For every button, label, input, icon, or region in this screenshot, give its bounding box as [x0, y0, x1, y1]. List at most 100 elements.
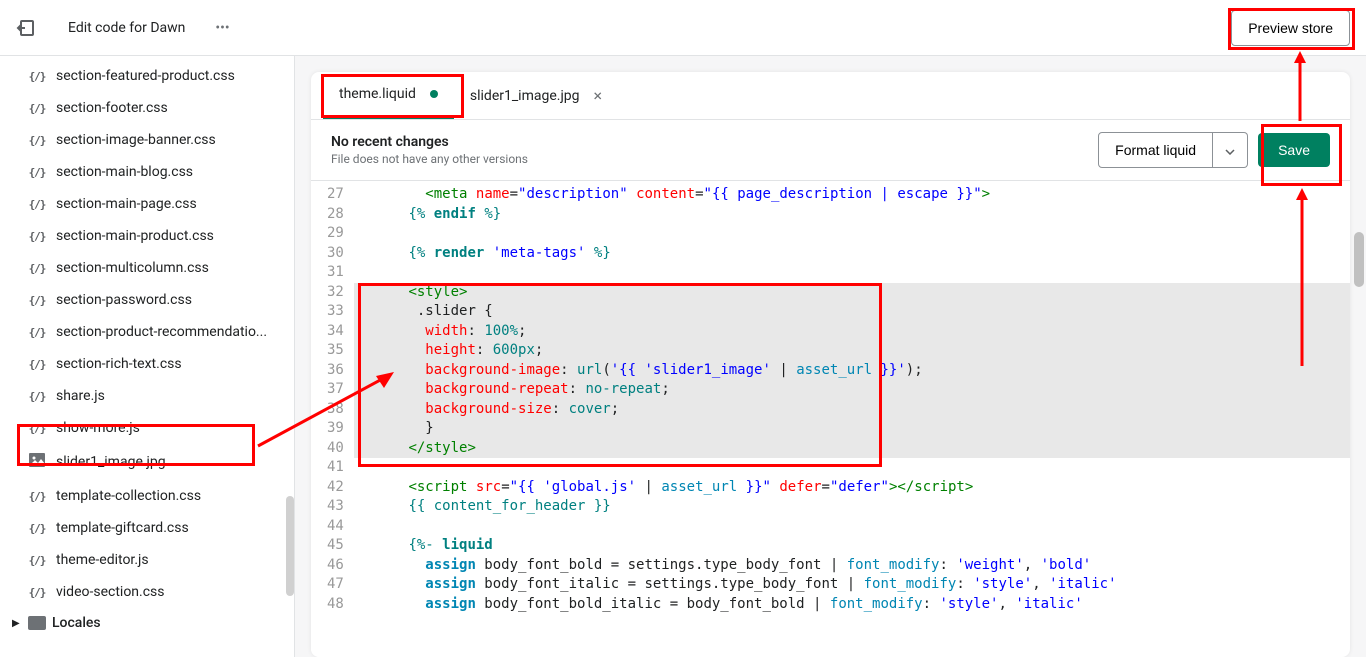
code-line[interactable]: </style> — [354, 439, 1350, 459]
code-line[interactable]: background-repeat: no-repeat; — [354, 380, 1350, 400]
line-number: 34 — [327, 322, 344, 342]
toolbar: No recent changes File does not have any… — [311, 120, 1350, 181]
code-line[interactable]: {%- liquid — [354, 536, 1350, 556]
file-item[interactable]: section-image-banner.css — [0, 124, 294, 156]
code-line[interactable]: .slider { — [354, 302, 1350, 322]
code-file-icon — [28, 323, 46, 341]
code-line[interactable]: assign body_font_bold_italic = body_font… — [354, 595, 1350, 615]
file-item[interactable]: section-main-product.css — [0, 220, 294, 252]
toolbar-info: No recent changes File does not have any… — [331, 134, 528, 166]
file-item[interactable]: slider1_image.jpg — [0, 444, 294, 480]
code-line[interactable]: height: 600px; — [354, 341, 1350, 361]
file-item[interactable]: video-section.css — [0, 576, 294, 608]
file-item[interactable]: section-main-blog.css — [0, 156, 294, 188]
file-item[interactable]: section-multicolumn.css — [0, 252, 294, 284]
header-bar: Edit code for Dawn ••• Preview store — [0, 0, 1366, 56]
line-number: 46 — [327, 556, 344, 576]
line-number: 40 — [327, 439, 344, 459]
code-line[interactable]: assign body_font_bold = settings.type_bo… — [354, 556, 1350, 576]
header-left: Edit code for Dawn ••• — [16, 18, 235, 38]
file-item[interactable]: section-rich-text.css — [0, 348, 294, 380]
code-file-icon — [28, 419, 46, 437]
sidebar-scrollbar[interactable] — [286, 496, 294, 596]
line-number: 33 — [327, 302, 344, 322]
code-line[interactable] — [354, 517, 1350, 537]
file-label: section-rich-text.css — [56, 356, 182, 372]
more-icon[interactable]: ••• — [215, 20, 235, 36]
line-number: 39 — [327, 419, 344, 439]
line-number: 29 — [327, 224, 344, 244]
exit-icon[interactable] — [16, 18, 36, 38]
caret-right-icon: ▶ — [12, 618, 22, 629]
code-file-icon — [28, 583, 46, 601]
file-item[interactable]: section-featured-product.css — [0, 60, 294, 92]
file-item[interactable]: section-password.css — [0, 284, 294, 316]
line-number: 42 — [327, 478, 344, 498]
header-right: Preview store — [1231, 10, 1350, 46]
line-number: 36 — [327, 361, 344, 381]
format-group: Format liquid — [1098, 132, 1248, 168]
editor-tab[interactable]: theme.liquid — [323, 72, 454, 119]
code-line[interactable]: <meta name="description" content="{{ pag… — [354, 185, 1350, 205]
tabs: theme.liquid slider1_image.jpg × — [311, 72, 1350, 120]
line-gutter: 2728293031323334353637383940414243444546… — [311, 181, 354, 657]
tab-label: slider1_image.jpg — [470, 88, 580, 104]
file-label: template-giftcard.css — [56, 520, 189, 536]
editor-tab[interactable]: slider1_image.jpg × — [454, 72, 618, 119]
file-label: section-main-page.css — [56, 196, 197, 212]
file-item[interactable]: template-collection.css — [0, 480, 294, 512]
format-dropdown-button[interactable] — [1213, 132, 1248, 168]
format-liquid-button[interactable]: Format liquid — [1098, 132, 1213, 168]
close-tab-icon[interactable]: × — [594, 86, 603, 105]
changes-title: No recent changes — [331, 134, 528, 150]
line-number: 31 — [327, 263, 344, 283]
code-line[interactable]: background-image: url('{{ 'slider1_image… — [354, 361, 1350, 381]
code-line[interactable]: } — [354, 419, 1350, 439]
code-file-icon — [28, 487, 46, 505]
code-file-icon — [28, 551, 46, 569]
code-line[interactable]: background-size: cover; — [354, 400, 1350, 420]
file-label: share.js — [56, 388, 105, 404]
code-file-icon — [28, 67, 46, 85]
code-content[interactable]: <meta name="description" content="{{ pag… — [354, 181, 1350, 657]
folder-item[interactable]: ▶Locales — [0, 608, 294, 638]
file-item[interactable]: show-more.js — [0, 412, 294, 444]
editor-area: theme.liquid slider1_image.jpg × No recent… — [295, 56, 1366, 657]
file-item[interactable]: section-product-recommendatio... — [0, 316, 294, 348]
line-number: 48 — [327, 595, 344, 615]
code-line[interactable] — [354, 263, 1350, 283]
line-number: 35 — [327, 341, 344, 361]
code-line[interactable]: {% render 'meta-tags' %} — [354, 244, 1350, 264]
line-number: 44 — [327, 517, 344, 537]
preview-store-button[interactable]: Preview store — [1231, 10, 1350, 46]
code-file-icon — [28, 259, 46, 277]
file-item[interactable]: section-footer.css — [0, 92, 294, 124]
code-line[interactable]: <script src="{{ 'global.js' | asset_url … — [354, 478, 1350, 498]
modified-dot-icon — [430, 90, 438, 98]
code-line[interactable] — [354, 458, 1350, 478]
line-number: 27 — [327, 185, 344, 205]
code-line[interactable]: width: 100%; — [354, 322, 1350, 342]
line-number: 41 — [327, 458, 344, 478]
vertical-scrollbar-thumb[interactable] — [1354, 232, 1364, 287]
code-line[interactable]: {% endif %} — [354, 205, 1350, 225]
line-number: 32 — [327, 283, 344, 303]
file-item[interactable]: section-main-page.css — [0, 188, 294, 220]
file-label: section-featured-product.css — [56, 68, 235, 84]
file-label: slider1_image.jpg — [56, 454, 166, 470]
line-number: 28 — [327, 205, 344, 225]
file-item[interactable]: template-giftcard.css — [0, 512, 294, 544]
file-label: section-password.css — [56, 292, 192, 308]
code-line[interactable]: {{ content_for_header }} — [354, 497, 1350, 517]
code-line[interactable] — [354, 224, 1350, 244]
code-line[interactable]: assign body_font_italic = settings.type_… — [354, 575, 1350, 595]
file-label: section-footer.css — [56, 100, 168, 116]
code-file-icon — [28, 291, 46, 309]
code-editor[interactable]: 2728293031323334353637383940414243444546… — [311, 181, 1350, 657]
code-line[interactable]: <style> — [354, 283, 1350, 303]
changes-subtitle: File does not have any other versions — [331, 152, 528, 166]
file-item[interactable]: theme-editor.js — [0, 544, 294, 576]
save-button[interactable]: Save — [1258, 133, 1330, 167]
line-number: 30 — [327, 244, 344, 264]
file-item[interactable]: share.js — [0, 380, 294, 412]
